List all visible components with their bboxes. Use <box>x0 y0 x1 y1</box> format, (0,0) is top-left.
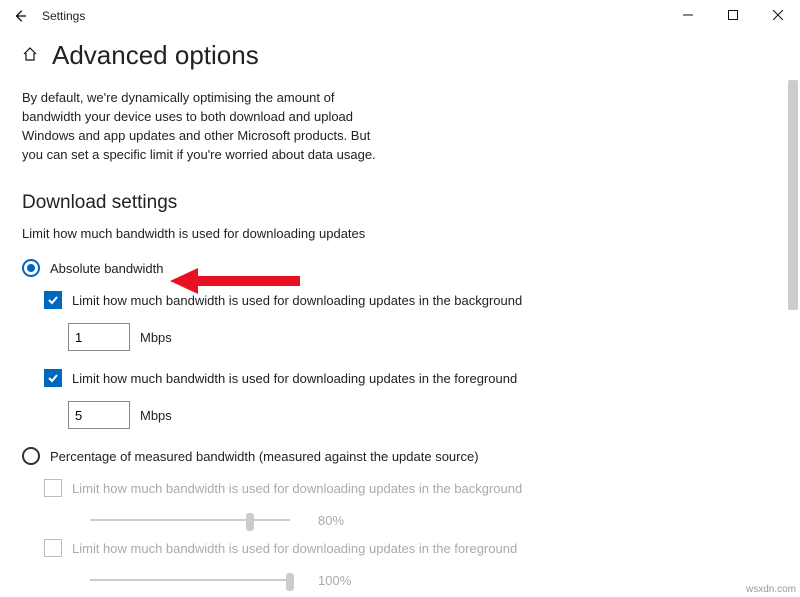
back-arrow-icon <box>13 9 27 23</box>
app-title: Settings <box>42 9 85 23</box>
window-controls <box>665 0 800 30</box>
check-pct-background: Limit how much bandwidth is used for dow… <box>44 479 778 497</box>
checkbox-icon <box>44 291 62 309</box>
checkmark-icon <box>47 294 59 306</box>
background-mbps-input[interactable] <box>68 323 130 351</box>
checkbox-icon <box>44 369 62 387</box>
background-unit-label: Mbps <box>140 330 172 345</box>
radio-icon <box>22 259 40 277</box>
pct-foreground-slider-row: 100% <box>90 571 778 589</box>
checkbox-label: Limit how much bandwidth is used for dow… <box>72 541 517 556</box>
content-area: Advanced options By default, we're dynam… <box>0 32 800 592</box>
page-title: Advanced options <box>52 40 259 71</box>
pct-background-slider <box>90 511 290 529</box>
download-settings-subtitle: Limit how much bandwidth is used for dow… <box>22 226 778 241</box>
pct-foreground-slider <box>90 571 290 589</box>
checkbox-label: Limit how much bandwidth is used for dow… <box>72 293 522 308</box>
check-pct-foreground: Limit how much bandwidth is used for dow… <box>44 539 778 557</box>
page-description: By default, we're dynamically optimising… <box>22 89 382 164</box>
pct-background-slider-row: 80% <box>90 511 778 529</box>
minimize-icon <box>683 10 693 20</box>
pct-background-value: 80% <box>318 513 344 528</box>
checkbox-icon <box>44 539 62 557</box>
radio-label: Absolute bandwidth <box>50 261 163 276</box>
pct-foreground-value: 100% <box>318 573 351 588</box>
checkbox-label: Limit how much bandwidth is used for dow… <box>72 371 517 386</box>
foreground-value-row: Mbps <box>68 401 778 429</box>
background-value-row: Mbps <box>68 323 778 351</box>
back-button[interactable] <box>10 6 30 26</box>
foreground-mbps-input[interactable] <box>68 401 130 429</box>
maximize-icon <box>728 10 738 20</box>
watermark: wsxdn.com <box>746 584 796 595</box>
check-limit-background[interactable]: Limit how much bandwidth is used for dow… <box>44 291 778 309</box>
scrollbar[interactable] <box>788 80 798 310</box>
minimize-button[interactable] <box>665 0 710 30</box>
checkbox-icon <box>44 479 62 497</box>
close-icon <box>773 10 783 20</box>
home-icon[interactable] <box>22 46 38 65</box>
close-button[interactable] <box>755 0 800 30</box>
radio-label: Percentage of measured bandwidth (measur… <box>50 449 479 464</box>
check-limit-foreground[interactable]: Limit how much bandwidth is used for dow… <box>44 369 778 387</box>
radio-percentage-bandwidth[interactable]: Percentage of measured bandwidth (measur… <box>22 447 778 465</box>
checkbox-label: Limit how much bandwidth is used for dow… <box>72 481 522 496</box>
foreground-unit-label: Mbps <box>140 408 172 423</box>
checkmark-icon <box>47 372 59 384</box>
maximize-button[interactable] <box>710 0 755 30</box>
radio-icon <box>22 447 40 465</box>
radio-absolute-bandwidth[interactable]: Absolute bandwidth <box>22 259 778 277</box>
download-settings-heading: Download settings <box>22 192 778 214</box>
page-header: Advanced options <box>22 40 778 71</box>
